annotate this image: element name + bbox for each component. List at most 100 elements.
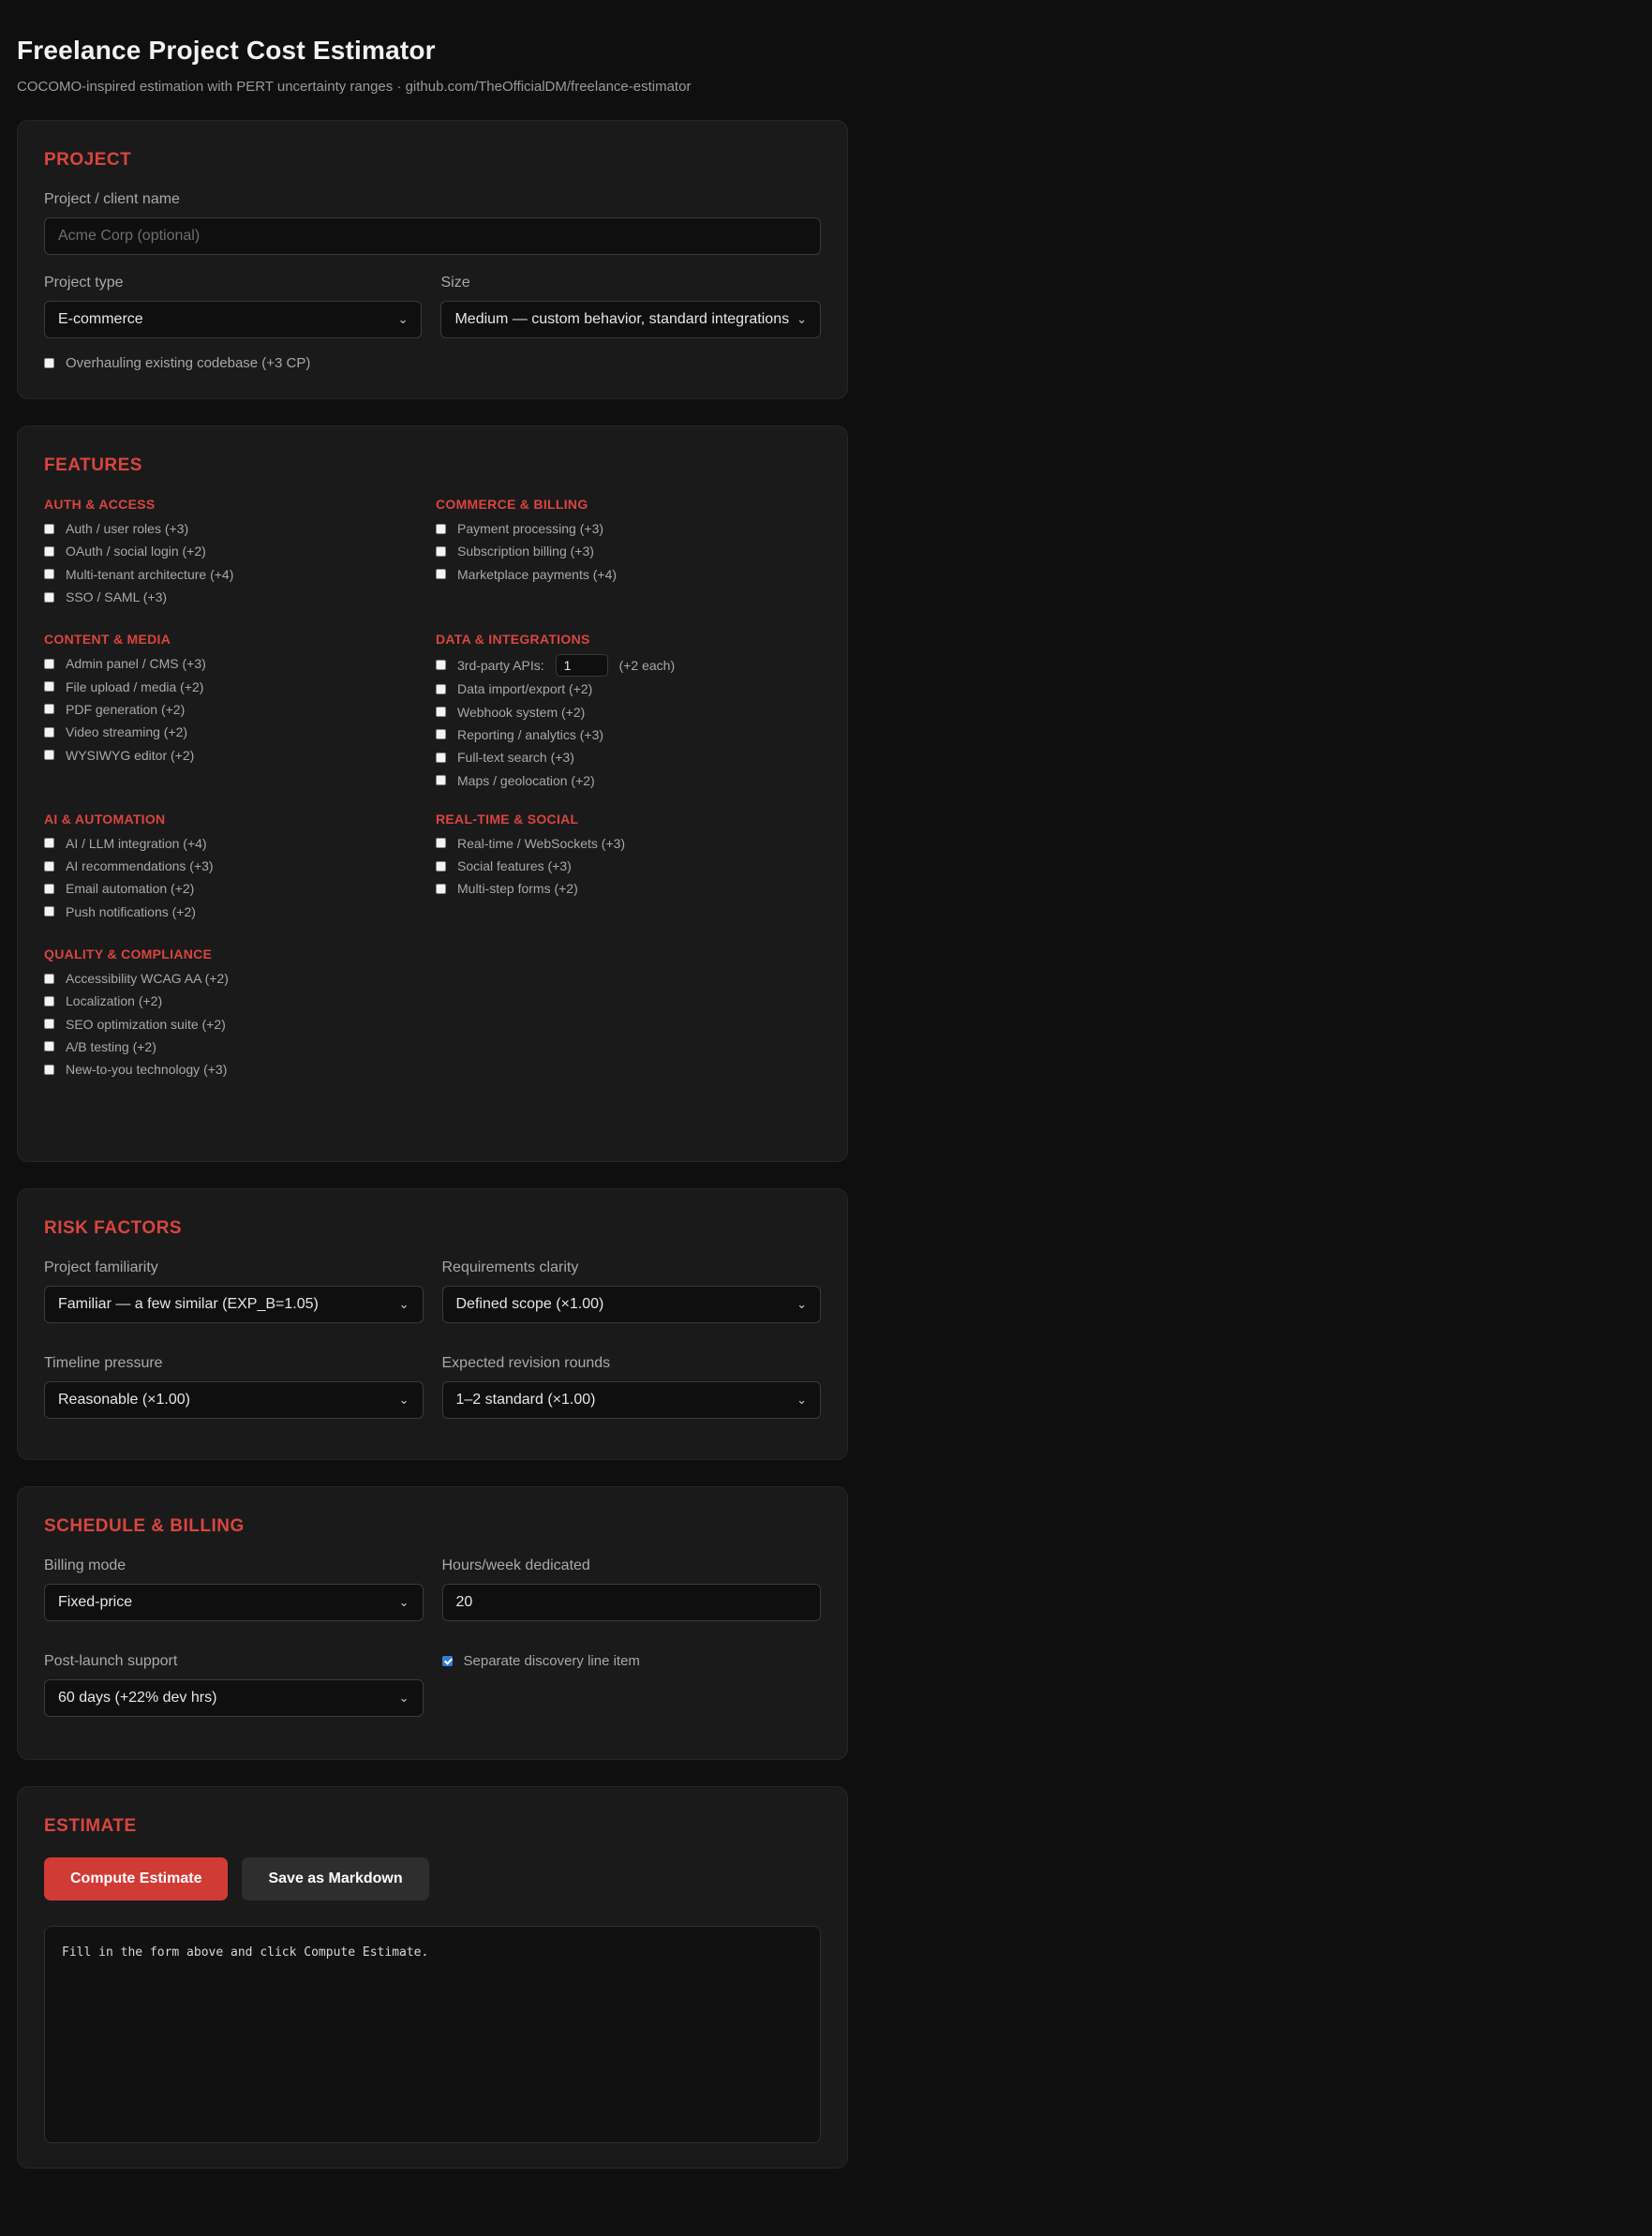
- hours-input[interactable]: 20: [441, 1584, 821, 1621]
- feature-item[interactable]: Multi-step forms (+2): [436, 877, 821, 900]
- feature-checkbox[interactable]: [44, 860, 54, 872]
- timeline-select[interactable]: Reasonable (×1.00) ⌄: [44, 1381, 424, 1419]
- feature-label: A/B testing (+2): [66, 1038, 156, 1054]
- feature-item[interactable]: Data import/export (+2): [436, 678, 821, 700]
- feature-checkbox[interactable]: [44, 906, 54, 917]
- feature-item[interactable]: Full-text search (+3): [436, 746, 821, 768]
- feature-item-apis[interactable]: 3rd-party APIs: 1 (+2 each): [436, 652, 821, 678]
- chevron-down-icon: ⌄: [398, 1595, 409, 1609]
- feature-checkbox[interactable]: [44, 838, 54, 849]
- feature-checkbox[interactable]: [436, 523, 446, 534]
- feature-checkbox[interactable]: [44, 1064, 54, 1075]
- feature-checkbox[interactable]: [44, 704, 54, 715]
- compute-estimate-button[interactable]: Compute Estimate: [44, 1857, 229, 1901]
- feature-checkbox[interactable]: [44, 1041, 54, 1052]
- feature-item[interactable]: Auth / user roles (+3): [44, 517, 436, 540]
- clarity-select[interactable]: Defined scope (×1.00) ⌄: [441, 1286, 821, 1323]
- feature-checkbox[interactable]: [436, 683, 446, 694]
- feature-checkbox[interactable]: [44, 973, 54, 984]
- feature-checkbox[interactable]: [44, 545, 54, 557]
- feature-item[interactable]: WYSIWYG editor (+2): [44, 743, 436, 766]
- feature-checkbox[interactable]: [44, 523, 54, 534]
- feature-checkbox[interactable]: [44, 658, 54, 669]
- feature-item[interactable]: Payment processing (+3): [436, 517, 821, 540]
- feature-checkbox[interactable]: [44, 750, 54, 761]
- feature-item[interactable]: PDF generation (+2): [44, 698, 436, 721]
- feature-item[interactable]: Multi-tenant architecture (+4): [44, 563, 436, 586]
- feature-checkbox[interactable]: [44, 1019, 54, 1030]
- overhaul-checkbox[interactable]: [44, 357, 54, 368]
- feature-item[interactable]: Admin panel / CMS (+3): [44, 652, 436, 675]
- overhaul-checkbox-row[interactable]: Overhauling existing codebase (+3 CP): [44, 351, 821, 374]
- feature-label: Video streaming (+2): [66, 724, 188, 740]
- feature-item[interactable]: Subscription billing (+3): [436, 540, 821, 562]
- feature-item[interactable]: Email automation (+2): [44, 877, 436, 900]
- familiarity-select[interactable]: Familiar — a few similar (EXP_B=1.05) ⌄: [44, 1286, 424, 1323]
- feature-label: Push notifications (+2): [66, 903, 196, 919]
- feature-item[interactable]: Social features (+3): [436, 855, 821, 877]
- feature-label: Marketplace payments (+4): [457, 566, 618, 582]
- feature-label: Payment processing (+3): [457, 521, 604, 537]
- feature-checkbox[interactable]: [44, 995, 54, 1006]
- project-card: PROJECT Project / client name Acme Corp …: [17, 120, 848, 399]
- feature-group-ai: AI & AUTOMATION AI / LLM integration (+4…: [44, 812, 436, 923]
- feature-item[interactable]: AI recommendations (+3): [44, 855, 436, 877]
- api-count-input[interactable]: 1: [555, 653, 608, 677]
- feature-checkbox[interactable]: [436, 860, 446, 872]
- feature-item[interactable]: SSO / SAML (+3): [44, 586, 436, 608]
- section-title-estimate: ESTIMATE: [44, 1816, 137, 1836]
- support-select[interactable]: 60 days (+22% dev hrs) ⌄: [44, 1679, 424, 1717]
- feature-group-auth: AUTH & ACCESS Auth / user roles (+3) OAu…: [44, 497, 436, 608]
- feature-checkbox[interactable]: [436, 729, 446, 740]
- feature-item[interactable]: Maps / geolocation (+2): [436, 768, 821, 791]
- feature-item[interactable]: Marketplace payments (+4): [436, 563, 821, 586]
- familiarity-label: Project familiarity: [44, 1260, 158, 1275]
- api-label: 3rd-party APIs:: [457, 657, 544, 673]
- feature-item[interactable]: SEO optimization suite (+2): [44, 1012, 436, 1035]
- feature-item[interactable]: Video streaming (+2): [44, 721, 436, 743]
- feature-item[interactable]: Real-time / WebSockets (+3): [436, 832, 821, 855]
- feature-item[interactable]: Accessibility WCAG AA (+2): [44, 967, 436, 990]
- feature-checkbox[interactable]: [436, 660, 446, 671]
- feature-checkbox[interactable]: [44, 681, 54, 693]
- discovery-checkbox[interactable]: [441, 1655, 453, 1666]
- feature-checkbox[interactable]: [436, 752, 446, 763]
- feature-item[interactable]: New-to-you technology (+3): [44, 1058, 436, 1081]
- feature-item[interactable]: File upload / media (+2): [44, 675, 436, 697]
- feature-checkbox[interactable]: [436, 838, 446, 849]
- feature-group-data: DATA & INTEGRATIONS 3rd-party APIs: 1 (+…: [436, 632, 821, 791]
- feature-checkbox[interactable]: [44, 883, 54, 894]
- overhaul-label: Overhauling existing codebase (+3 CP): [66, 354, 311, 371]
- project-name-input[interactable]: Acme Corp (optional): [44, 217, 821, 255]
- feature-checkbox[interactable]: [436, 545, 446, 557]
- feature-checkbox[interactable]: [436, 883, 446, 894]
- project-name-label: Project / client name: [44, 191, 180, 207]
- feature-item[interactable]: A/B testing (+2): [44, 1036, 436, 1058]
- feature-checkbox[interactable]: [44, 726, 54, 738]
- feature-label: Social features (+3): [457, 858, 572, 874]
- size-select[interactable]: Medium — custom behavior, standard integ…: [440, 301, 821, 338]
- feature-checkbox[interactable]: [436, 707, 446, 718]
- feature-checkbox[interactable]: [436, 569, 446, 580]
- feature-item[interactable]: Reporting / analytics (+3): [436, 723, 821, 746]
- size-value: Medium — custom behavior, standard integ…: [454, 311, 790, 327]
- feature-item[interactable]: Localization (+2): [44, 990, 436, 1012]
- feature-item[interactable]: OAuth / social login (+2): [44, 540, 436, 562]
- feature-checkbox[interactable]: [436, 775, 446, 786]
- feature-label: Accessibility WCAG AA (+2): [66, 971, 229, 986]
- feature-checkbox[interactable]: [44, 569, 54, 580]
- group-title-data: DATA & INTEGRATIONS: [436, 632, 590, 648]
- project-type-select[interactable]: E-commerce ⌄: [44, 301, 423, 338]
- revisions-select[interactable]: 1–2 standard (×1.00) ⌄: [441, 1381, 821, 1419]
- save-markdown-button[interactable]: Save as Markdown: [242, 1857, 429, 1901]
- feature-label: Real-time / WebSockets (+3): [457, 835, 626, 851]
- feature-label: SSO / SAML (+3): [66, 589, 168, 605]
- feature-item[interactable]: Webhook system (+2): [436, 700, 821, 723]
- discovery-checkbox-row[interactable]: Separate discovery line item: [441, 1649, 822, 1672]
- feature-checkbox[interactable]: [44, 591, 54, 603]
- feature-item[interactable]: AI / LLM integration (+4): [44, 832, 436, 855]
- feature-item[interactable]: Push notifications (+2): [44, 901, 436, 923]
- billing-select[interactable]: Fixed-price ⌄: [44, 1584, 424, 1621]
- group-title-ai: AI & AUTOMATION: [44, 811, 166, 827]
- section-title-features: FEATURES: [44, 455, 142, 475]
